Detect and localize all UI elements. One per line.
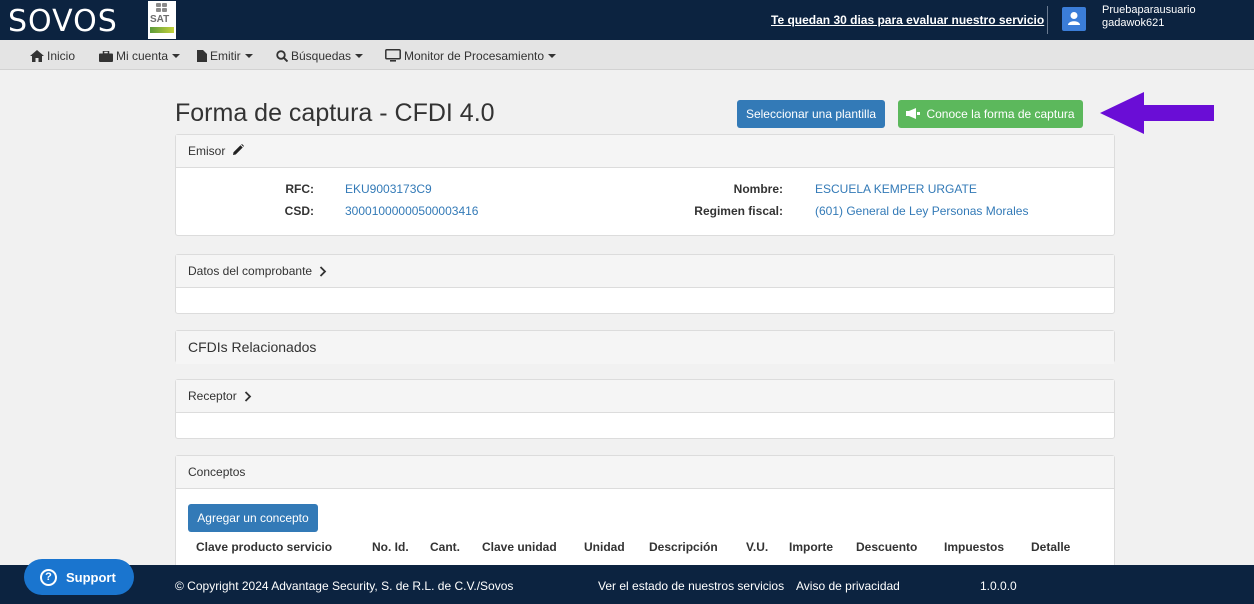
col-impuestos: Impuestos	[944, 540, 1005, 554]
home-icon	[30, 50, 44, 62]
comprobante-heading[interactable]: Datos del comprobante	[176, 255, 1114, 288]
select-template-button[interactable]: Seleccionar una plantilla	[737, 100, 885, 128]
regimen-value: (601) General de Ley Personas Morales	[815, 204, 1029, 218]
privacy-notice-link[interactable]: Aviso de privacidad	[796, 579, 900, 593]
sovos-logo[interactable]: SOVOS	[8, 4, 118, 39]
col-no-id: No. Id.	[372, 540, 409, 554]
footer-copyright: © Copyright 2024 Advantage Security, S. …	[175, 579, 514, 593]
receptor-heading-label: Receptor	[188, 389, 237, 403]
relacionados-panel: CFDIs Relacionados	[175, 330, 1115, 364]
nav-monitor-label: Monitor de Procesamiento	[404, 49, 545, 63]
emisor-heading: Emisor	[176, 135, 1114, 168]
app-version: 1.0.0.0	[980, 579, 1017, 593]
briefcase-icon	[99, 50, 113, 62]
nav-busquedas[interactable]: Búsquedas	[276, 49, 364, 63]
chevron-right-icon	[320, 266, 327, 277]
document-icon	[197, 50, 207, 62]
rfc-label: RFC:	[285, 182, 314, 196]
col-detalle: Detalle	[1031, 540, 1071, 554]
arrow-annotation-icon	[1100, 92, 1214, 134]
emisor-heading-label: Emisor	[188, 144, 226, 158]
sat-logo-text: SAT	[150, 14, 170, 25]
comprobante-panel: Datos del comprobante	[175, 254, 1115, 314]
nav-mi-cuenta-label: Mi cuenta	[116, 49, 169, 63]
main-nav: Inicio Mi cuenta Emitir Búsquedas Monito…	[0, 40, 1254, 70]
col-clave-producto: Clave producto servicio	[196, 540, 333, 554]
user-avatar-icon[interactable]	[1062, 7, 1086, 31]
receptor-panel: Receptor	[175, 379, 1115, 439]
csd-label: CSD:	[284, 204, 314, 218]
rfc-value: EKU9003173C9	[345, 182, 432, 196]
learn-capture-label: Conoce la forma de captura	[926, 107, 1075, 121]
chevron-down-icon	[172, 54, 181, 58]
sat-logo: SAT	[148, 1, 176, 39]
col-vu: V.U.	[746, 540, 769, 554]
col-descripcion: Descripción	[649, 540, 718, 554]
comprobante-heading-label: Datos del comprobante	[188, 264, 313, 278]
user-name-line2: gadawok621	[1102, 17, 1165, 29]
nav-monitor[interactable]: Monitor de Procesamiento	[385, 49, 557, 63]
chevron-down-icon	[548, 54, 557, 58]
service-status-link[interactable]: Ver el estado de nuestros servicios	[598, 579, 784, 593]
nav-mi-cuenta[interactable]: Mi cuenta	[99, 49, 181, 63]
nombre-value: ESCUELA KEMPER URGATE	[815, 182, 977, 196]
nombre-label: Nombre:	[733, 182, 783, 196]
learn-capture-button[interactable]: Conoce la forma de captura	[898, 100, 1083, 128]
help-icon: ?	[40, 569, 57, 586]
col-importe: Importe	[789, 540, 834, 554]
user-name[interactable]: Pruebaparausuario gadawok621	[1102, 4, 1196, 30]
conceptos-heading: Conceptos	[176, 456, 1114, 489]
header-divider	[1047, 6, 1048, 34]
chevron-down-icon	[244, 54, 253, 58]
nav-emitir-label: Emitir	[210, 49, 241, 63]
chevron-right-icon	[244, 391, 252, 402]
monitor-icon	[385, 49, 401, 62]
megaphone-icon	[906, 108, 921, 119]
receptor-heading[interactable]: Receptor	[176, 380, 1114, 413]
support-label: Support	[66, 570, 116, 585]
edit-pencil-icon[interactable]	[232, 144, 244, 156]
col-descuento: Descuento	[856, 540, 918, 554]
nav-emitir[interactable]: Emitir	[197, 49, 253, 63]
col-unidad: Unidad	[584, 540, 625, 554]
regimen-label: Regimen fiscal:	[694, 204, 783, 218]
trial-days-link[interactable]: Te quedan 30 dias para evaluar nuestro s…	[771, 13, 1044, 27]
nav-busquedas-label: Búsquedas	[291, 49, 352, 63]
page-title: Forma de captura - CFDI 4.0	[175, 99, 495, 127]
footer: © Copyright 2024 Advantage Security, S. …	[0, 565, 1254, 604]
col-cant: Cant.	[430, 540, 460, 554]
csd-value: 30001000000500003416	[345, 204, 479, 218]
emisor-panel: Emisor RFC: EKU9003173C9 CSD: 3000100000…	[175, 134, 1115, 236]
chevron-down-icon	[355, 54, 364, 58]
add-concept-button[interactable]: Agregar un concepto	[188, 504, 318, 532]
user-name-line1: Pruebaparausuario	[1102, 4, 1196, 16]
col-clave-unidad: Clave unidad	[482, 540, 557, 554]
support-button[interactable]: ? Support	[24, 559, 134, 595]
nav-inicio-label: Inicio	[47, 49, 76, 63]
top-header: SOVOS SAT Te quedan 30 dias para evaluar…	[0, 0, 1254, 40]
search-icon	[276, 50, 289, 63]
nav-inicio[interactable]: Inicio	[30, 49, 75, 63]
relacionados-heading[interactable]: CFDIs Relacionados	[176, 331, 1114, 364]
